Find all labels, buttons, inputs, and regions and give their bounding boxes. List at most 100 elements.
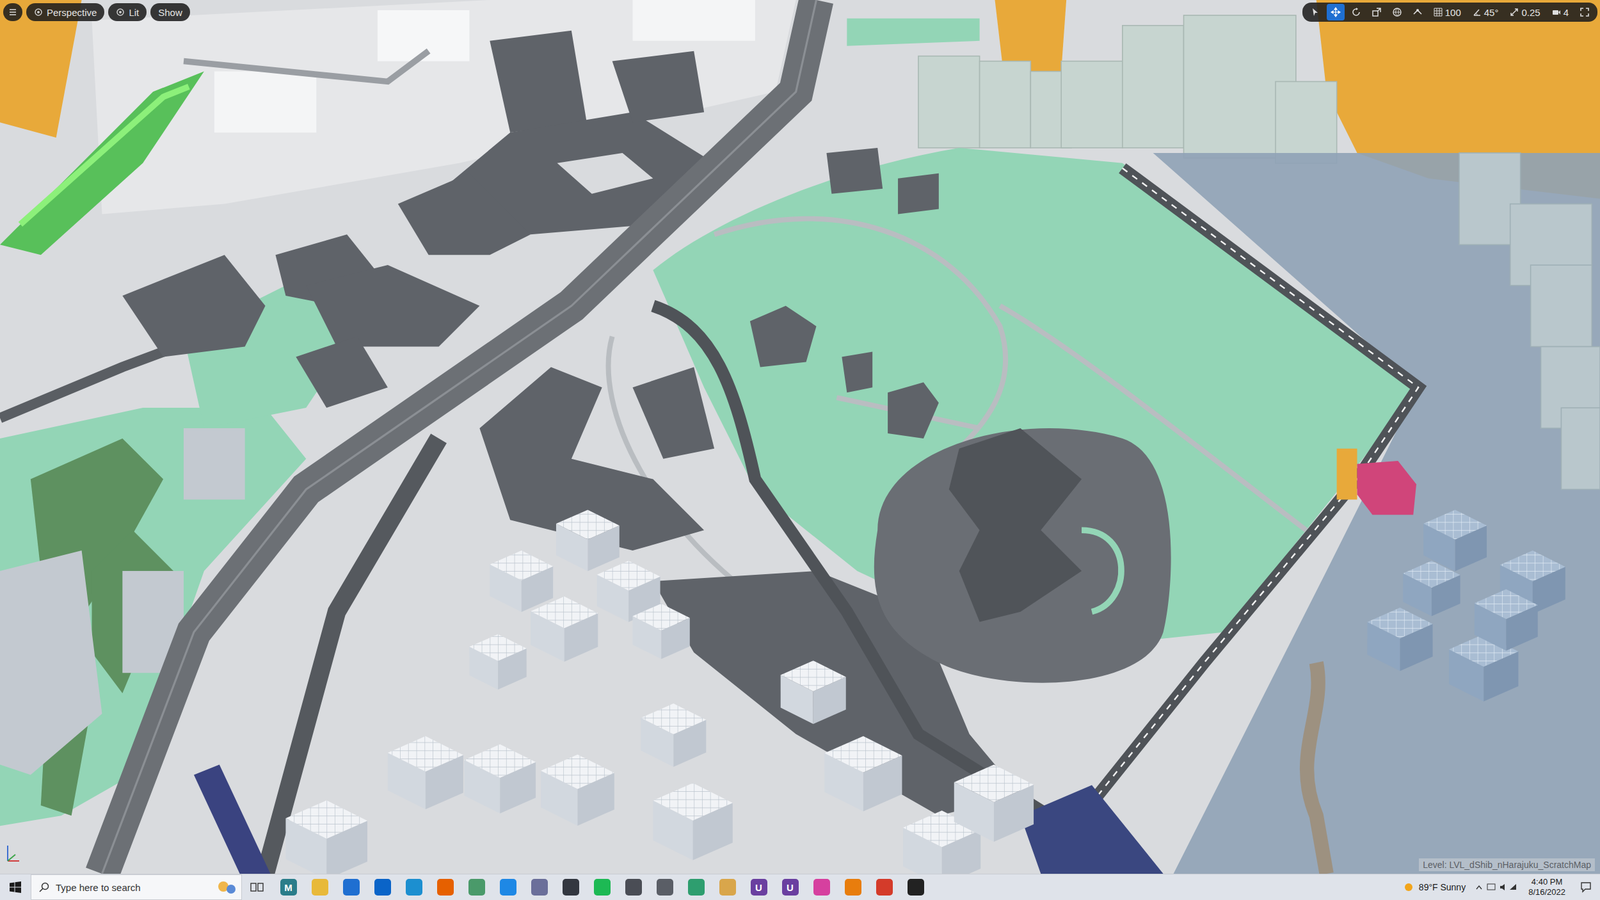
maximize-button[interactable] [1575, 3, 1594, 21]
elevated-highway [101, 0, 816, 874]
white-building[interactable] [780, 660, 847, 724]
task-view-icon [250, 881, 265, 893]
white-building[interactable] [387, 736, 464, 809]
ring-road [1061, 168, 1419, 874]
taskbar-app[interactable] [335, 874, 367, 900]
app-icon: U [782, 878, 799, 896]
search-highlight-icon [215, 878, 238, 896]
snap-setting[interactable]: 0.25 [1505, 3, 1545, 21]
taskbar-app[interactable]: U [774, 874, 806, 900]
app-icon [593, 878, 611, 896]
white-building[interactable] [824, 736, 902, 811]
app-icon [531, 878, 548, 896]
rotate-icon [1351, 7, 1362, 18]
snap-setting[interactable]: 4 [1547, 3, 1574, 21]
transform-tool-button[interactable] [1306, 3, 1325, 21]
app-icon [343, 878, 360, 896]
transform-tool-button[interactable] [1367, 3, 1386, 21]
task-view-button[interactable] [241, 874, 273, 900]
taskbar-app[interactable] [648, 874, 681, 900]
taskbar-app[interactable] [837, 874, 869, 900]
transform-tool-button[interactable] [1347, 3, 1366, 21]
world-icon [1392, 7, 1403, 18]
system-tray: 89°F Sunny 4:40 PM 8/16/2022 [1402, 874, 1600, 900]
app-icon [688, 878, 705, 896]
transform-tool-button[interactable] [1388, 3, 1407, 21]
taskbar: Type here to search M UU 89°F Sunny 4:40 … [0, 873, 1600, 900]
notification-icon [1580, 881, 1592, 893]
transform-tool-button[interactable] [1408, 3, 1427, 21]
white-building[interactable] [469, 634, 527, 690]
white-building[interactable] [556, 509, 620, 571]
taskbar-app[interactable] [366, 874, 399, 900]
taskbar-app[interactable] [586, 874, 618, 900]
taskbar-app[interactable] [554, 874, 587, 900]
translate-icon [1330, 7, 1341, 18]
white-building[interactable] [652, 782, 733, 861]
tray-icons[interactable] [1474, 881, 1520, 893]
app-icon: M [280, 878, 297, 896]
axis-gizmo [2, 840, 22, 869]
white-building[interactable] [285, 800, 368, 874]
app-icon [562, 878, 580, 896]
taskbar-app[interactable] [805, 874, 838, 900]
app-icon [468, 878, 486, 896]
taskbar-app[interactable] [304, 874, 336, 900]
clock[interactable]: 4:40 PM 8/16/2022 [1528, 876, 1566, 898]
taskbar-app[interactable]: U [743, 874, 775, 900]
app-icon [844, 878, 862, 896]
taskbar-app[interactable] [680, 874, 712, 900]
taskbar-app[interactable] [460, 874, 493, 900]
white-building[interactable] [540, 754, 615, 826]
surface-icon [1412, 7, 1423, 18]
snap-setting[interactable]: 45° [1468, 3, 1504, 21]
white-building[interactable] [530, 596, 598, 662]
taskbar-app[interactable] [523, 874, 555, 900]
white-building[interactable] [489, 550, 553, 612]
white-building[interactable] [640, 703, 706, 767]
white-building[interactable] [954, 764, 1034, 843]
white-building[interactable] [632, 603, 690, 660]
camera-icon [1552, 7, 1561, 17]
taskbar-app[interactable] [711, 874, 744, 900]
taskbar-app[interactable]: M [272, 874, 304, 900]
city-scene[interactable] [0, 0, 1600, 874]
level-viewport[interactable]: Perspective Lit Show 100 45° 0.25 4 Leve… [0, 0, 1600, 874]
viewport-toolbar-button[interactable]: Perspective [26, 3, 105, 22]
view-mode-icon [115, 7, 125, 17]
shaded-building[interactable] [1402, 560, 1460, 617]
marker-block[interactable] [1357, 460, 1417, 515]
viewport-menu-button[interactable] [3, 3, 23, 22]
level-label: Level: LVL_dShib_nHarajuku_ScratchMap [1418, 858, 1595, 872]
taskbar-app[interactable] [492, 874, 524, 900]
menu-icon [8, 7, 18, 17]
notification-button[interactable] [1574, 874, 1598, 900]
viewport-toolbar-button[interactable]: Lit [108, 3, 147, 22]
search-icon [39, 881, 50, 893]
start-button[interactable] [0, 874, 31, 900]
viewport-toolbar: Perspective Lit Show [3, 3, 191, 22]
app-icon [311, 878, 329, 896]
taskbar-app[interactable] [899, 874, 932, 900]
white-building[interactable] [464, 744, 536, 814]
app-icon [437, 878, 454, 896]
sun-icon [1402, 880, 1416, 894]
app-icon [499, 878, 517, 896]
shaded-building[interactable] [1474, 589, 1538, 651]
maximize-icon [1579, 7, 1590, 18]
search-box[interactable]: Type here to search [30, 874, 242, 900]
shaded-building[interactable] [1367, 607, 1433, 671]
weather-widget[interactable]: 89°F Sunny [1402, 880, 1466, 894]
app-icon [625, 878, 642, 896]
viewport-toolbar-button[interactable]: Show [150, 3, 191, 22]
taskbar-app[interactable] [868, 874, 900, 900]
grid-icon [1433, 7, 1443, 17]
taskbar-app[interactable] [398, 874, 430, 900]
dark-buildings [122, 30, 1021, 816]
taskbar-app[interactable] [429, 874, 461, 900]
transform-tool-button[interactable] [1326, 3, 1345, 21]
view-mode-icon [33, 7, 43, 17]
snap-setting[interactable]: 100 [1429, 3, 1466, 21]
app-icon [907, 878, 925, 896]
taskbar-app[interactable] [617, 874, 649, 900]
